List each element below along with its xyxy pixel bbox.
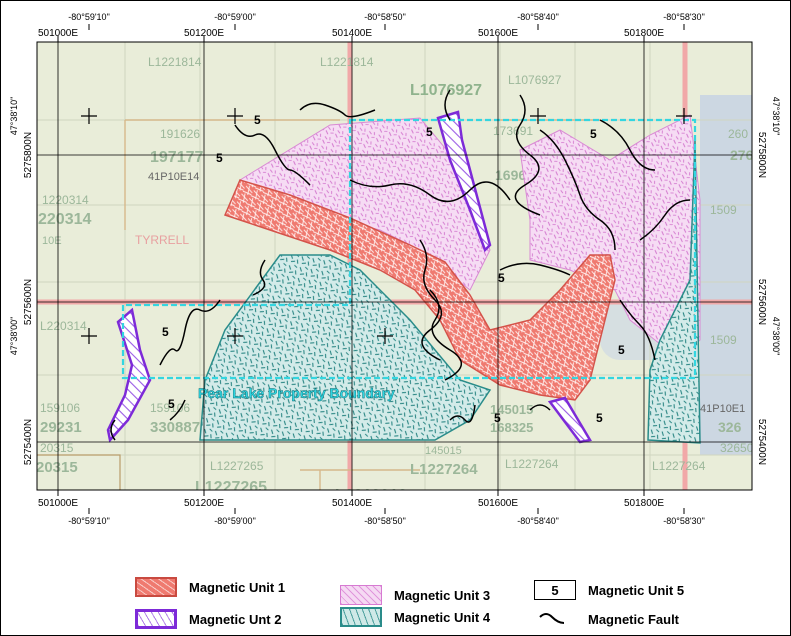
- svg-text:501400E: 501400E: [332, 498, 372, 509]
- legend: Magnetic Unit 1 Magnetic Unit 3 5 Magnet…: [0, 572, 791, 636]
- left-northing-labels: 5275800N 5275600N 5275400N: [23, 132, 34, 465]
- svg-text:L1227264: L1227264: [505, 457, 559, 471]
- svg-text:L1221814: L1221814: [320, 55, 374, 69]
- legend-item-unit4: Magnetic Unit 4: [340, 605, 490, 629]
- svg-text:191626: 191626: [160, 127, 200, 141]
- svg-text:1220314: 1220314: [42, 193, 89, 207]
- unit1-swatch: [135, 577, 177, 597]
- unit2-label: Magnetic Unt 2: [189, 611, 282, 627]
- svg-text:501000E: 501000E: [38, 498, 78, 509]
- svg-text:501200E: 501200E: [184, 498, 224, 509]
- svg-text:L1227264: L1227264: [410, 461, 478, 478]
- svg-text:5: 5: [494, 411, 501, 425]
- svg-text:20315: 20315: [40, 441, 74, 455]
- svg-text:501000E: 501000E: [38, 28, 78, 39]
- svg-text:L1221814: L1221814: [148, 55, 202, 69]
- right-lat-labels: 47°38'10" 47°38'00": [771, 97, 781, 356]
- svg-text:5275800N: 5275800N: [756, 132, 767, 178]
- unit4-label: Magnetic Unit 4: [394, 609, 491, 625]
- svg-text:501800E: 501800E: [624, 498, 664, 509]
- svg-text:5: 5: [498, 271, 505, 285]
- svg-text:-80°59'00": -80°59'00": [214, 12, 256, 22]
- top-easting-labels: 501000E 501200E 501400E 501600E 501800E: [38, 28, 664, 39]
- bottom-lon-labels: -80°59'10" -80°59'00" -80°58'50" -80°58'…: [68, 516, 705, 526]
- svg-text:5: 5: [590, 127, 597, 141]
- svg-text:-80°58'40": -80°58'40": [517, 12, 559, 22]
- unit5-label: Magnetic Unit 5: [588, 582, 685, 598]
- unit4-swatch: [340, 607, 382, 627]
- svg-text:L1227264: L1227264: [652, 459, 706, 473]
- svg-text:5275400N: 5275400N: [23, 419, 34, 465]
- svg-text:5275800N: 5275800N: [23, 132, 34, 178]
- unit5-swatch: 5: [534, 580, 576, 600]
- svg-text:41P10E14: 41P10E14: [148, 171, 199, 183]
- svg-text:-80°58'30": -80°58'30": [663, 516, 705, 526]
- svg-text:326: 326: [718, 419, 742, 435]
- unit3-swatch: [340, 585, 382, 605]
- svg-text:5: 5: [216, 151, 223, 165]
- svg-text:-80°59'10": -80°59'10": [68, 516, 110, 526]
- svg-text:-80°58'50": -80°58'50": [364, 516, 406, 526]
- property-boundary-label: Pear Lake Property Boundary: [198, 385, 395, 401]
- svg-text:47°38'00": 47°38'00": [9, 317, 19, 356]
- svg-text:-80°58'50": -80°58'50": [364, 12, 406, 22]
- svg-text:5: 5: [426, 125, 433, 139]
- svg-text:501800E: 501800E: [624, 28, 664, 39]
- svg-text:L1227265: L1227265: [195, 479, 267, 496]
- svg-text:-80°58'40": -80°58'40": [517, 516, 559, 526]
- svg-text:260: 260: [728, 127, 748, 141]
- svg-text:501600E: 501600E: [478, 498, 518, 509]
- legend-item-fault: Magnetic Fault: [534, 607, 679, 631]
- fault-swatch: [539, 613, 565, 624]
- svg-text:5: 5: [618, 343, 625, 357]
- legend-item-unit3: Magnetic Unit 3: [340, 583, 490, 607]
- svg-text:L1227265: L1227265: [210, 459, 264, 473]
- svg-text:5: 5: [162, 325, 169, 339]
- bottom-easting-labels: 501000E 501200E 501400E 501600E 501800E: [38, 498, 664, 509]
- svg-text:5275400N: 5275400N: [756, 419, 767, 465]
- svg-text:32650: 32650: [720, 441, 754, 455]
- unit3-label: Magnetic Unit 3: [394, 587, 491, 603]
- svg-text:5: 5: [254, 113, 261, 127]
- svg-text:173691: 173691: [493, 124, 533, 138]
- left-lat-labels: 47°38'10" 47°38'00": [9, 97, 19, 356]
- svg-text:5: 5: [596, 411, 603, 425]
- svg-text:20315: 20315: [36, 459, 78, 476]
- svg-text:220314: 220314: [38, 211, 91, 228]
- svg-text:-80°59'00": -80°59'00": [214, 516, 256, 526]
- svg-text:-80°58'30": -80°58'30": [663, 12, 705, 22]
- svg-text:145015: 145015: [425, 445, 462, 457]
- legend-item-unit1: Magnetic Unit 1: [135, 575, 285, 599]
- legend-item-unit2: Magnetic Unt 2: [135, 607, 281, 631]
- svg-text:L220314: L220314: [40, 319, 87, 333]
- svg-text:330887: 330887: [150, 419, 200, 436]
- svg-text:29231: 29231: [40, 419, 82, 436]
- svg-text:159106: 159106: [40, 401, 80, 415]
- svg-text:501200E: 501200E: [184, 28, 224, 39]
- svg-text:47°38'00": 47°38'00": [771, 317, 781, 356]
- svg-text:47°38'10": 47°38'10": [9, 97, 19, 136]
- svg-text:41P10E1: 41P10E1: [700, 403, 745, 415]
- right-northing-labels: 5275800N 5275600N 5275400N: [756, 132, 767, 465]
- svg-text:5275600N: 5275600N: [756, 279, 767, 325]
- fault-label: Magnetic Fault: [588, 611, 680, 627]
- svg-text:5275600N: 5275600N: [23, 279, 34, 325]
- unit1-label: Magnetic Unit 1: [189, 579, 286, 595]
- svg-text:1509: 1509: [710, 333, 737, 347]
- top-lon-labels: -80°59'10" -80°59'00" -80°58'50" -80°58'…: [68, 12, 705, 22]
- svg-text:10E: 10E: [42, 235, 62, 247]
- svg-text:L1076927: L1076927: [508, 73, 562, 87]
- township-label: TYRRELL: [135, 233, 189, 247]
- svg-text:1509: 1509: [710, 203, 737, 217]
- svg-text:5: 5: [168, 397, 175, 411]
- unit2-swatch: [135, 609, 177, 629]
- geological-map: L1221814 L1221814 L1076927 L1076927 1971…: [9, 12, 781, 526]
- svg-text:197177: 197177: [150, 149, 203, 166]
- svg-text:501600E: 501600E: [478, 28, 518, 39]
- svg-text:501400E: 501400E: [332, 28, 372, 39]
- svg-text:47°38'10": 47°38'10": [771, 97, 781, 136]
- legend-item-unit5: 5 Magnetic Unit 5: [534, 578, 684, 602]
- svg-text:-80°59'10": -80°59'10": [68, 12, 110, 22]
